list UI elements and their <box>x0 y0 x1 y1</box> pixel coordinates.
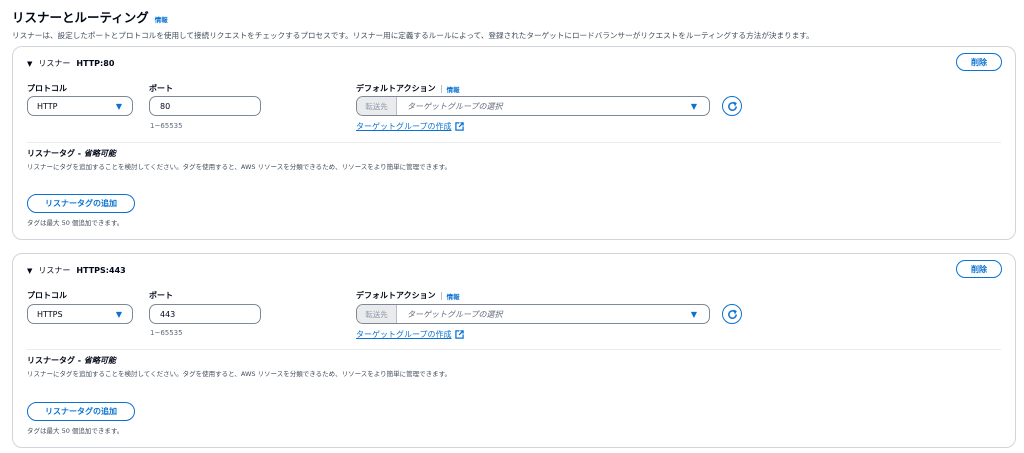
listeners-section-header: リスナーとルーティング 情報 リスナーは、設定したポートとプロトコルを使用して接… <box>12 7 1012 41</box>
port-input[interactable] <box>149 96 261 116</box>
listener-prefix-label: リスナー <box>38 266 71 275</box>
listener-prefix-label: リスナー <box>38 59 71 68</box>
forward-prefix: 転送先 <box>357 305 397 323</box>
caret-down-icon: ▼ <box>115 102 122 111</box>
external-link-icon <box>454 330 464 339</box>
caret-down-icon[interactable]: ▼ <box>27 267 32 275</box>
target-group-placeholder: ターゲットグループの選択 <box>407 101 503 111</box>
listener-card-http: ▼ リスナー HTTP:80 削除 プロトコル HTTP ▼ ポート 1~655… <box>12 46 1016 240</box>
divider <box>440 291 442 300</box>
protocol-label: プロトコル <box>27 84 67 93</box>
create-target-group-text: ターゲットグループの作成 <box>356 122 452 131</box>
divider <box>27 142 1001 143</box>
listener-header[interactable]: ▼ リスナー HTTP:80 <box>27 58 114 69</box>
protocol-label: プロトコル <box>27 291 67 300</box>
refresh-button[interactable] <box>722 304 742 324</box>
port-label: ポート <box>149 291 173 300</box>
tags-title-text: リスナータグ - <box>27 149 84 158</box>
default-action-info-link[interactable]: 情報 <box>447 84 460 94</box>
listener-name: HTTPS:443 <box>76 266 126 275</box>
caret-down-icon[interactable]: ▼ <box>27 60 32 68</box>
protocol-select[interactable]: HTTP ▼ <box>27 96 133 116</box>
external-link-icon <box>454 122 464 131</box>
tags-optional-text: 省略可能 <box>83 356 116 365</box>
target-group-select[interactable]: 転送先 ターゲットグループの選択 ▼ <box>356 96 710 116</box>
tags-description: リスナーにタグを追加することを検討してください。タグを使用すると、AWS リソー… <box>27 163 452 171</box>
protocol-value: HTTPS <box>37 309 63 319</box>
delete-listener-button[interactable]: 削除 <box>956 53 1002 71</box>
tags-title: リスナータグ - 省略可能 <box>27 355 116 366</box>
listener-name: HTTP:80 <box>76 59 115 68</box>
port-hint: 1~65535 <box>150 122 183 130</box>
port-hint: 1~65535 <box>150 329 183 337</box>
create-target-group-text: ターゲットグループの作成 <box>356 330 452 339</box>
port-input[interactable] <box>149 304 261 324</box>
add-listener-tag-button[interactable]: リスナータグの追加 <box>27 402 135 421</box>
create-target-group-link[interactable]: ターゲットグループの作成 <box>356 329 464 340</box>
port-label: ポート <box>149 84 173 93</box>
default-action-label: デフォルトアクション <box>356 291 436 300</box>
delete-listener-button[interactable]: 削除 <box>956 260 1002 278</box>
caret-down-icon: ▼ <box>115 310 122 319</box>
caret-down-icon: ▼ <box>690 310 697 319</box>
tags-limit-note: タグは最大 50 個追加できます。 <box>27 219 124 227</box>
target-group-placeholder: ターゲットグループの選択 <box>407 309 503 319</box>
refresh-icon <box>727 101 737 111</box>
tags-limit-note: タグは最大 50 個追加できます。 <box>27 427 124 435</box>
section-title: リスナーとルーティング <box>12 10 149 25</box>
listener-header[interactable]: ▼ リスナー HTTPS:443 <box>27 265 126 276</box>
default-action-info-link[interactable]: 情報 <box>447 291 460 301</box>
target-group-select[interactable]: 転送先 ターゲットグループの選択 ▼ <box>356 304 710 324</box>
default-action-label-row: デフォルトアクション 情報 <box>356 83 460 94</box>
protocol-select[interactable]: HTTPS ▼ <box>27 304 133 324</box>
default-action-label: デフォルトアクション <box>356 84 436 93</box>
tags-title-text: リスナータグ - <box>27 356 84 365</box>
tags-optional-text: 省略可能 <box>83 149 116 158</box>
section-description: リスナーは、設定したポートとプロトコルを使用して接続リクエストをチェックするプロ… <box>12 31 814 40</box>
tags-description: リスナーにタグを追加することを検討してください。タグを使用すると、AWS リソー… <box>27 370 452 378</box>
create-target-group-link[interactable]: ターゲットグループの作成 <box>356 121 464 132</box>
refresh-icon <box>727 309 737 319</box>
tags-title: リスナータグ - 省略可能 <box>27 148 116 159</box>
listener-card-https: ▼ リスナー HTTPS:443 削除 プロトコル HTTPS ▼ ポート 1~… <box>12 253 1016 448</box>
add-listener-tag-button[interactable]: リスナータグの追加 <box>27 194 135 213</box>
caret-down-icon: ▼ <box>690 102 697 111</box>
forward-prefix: 転送先 <box>357 97 397 115</box>
refresh-button[interactable] <box>722 96 742 116</box>
protocol-value: HTTP <box>37 101 58 111</box>
section-info-link[interactable]: 情報 <box>155 14 168 24</box>
default-action-label-row: デフォルトアクション 情報 <box>356 290 460 301</box>
divider <box>27 349 1001 350</box>
divider <box>440 84 442 93</box>
